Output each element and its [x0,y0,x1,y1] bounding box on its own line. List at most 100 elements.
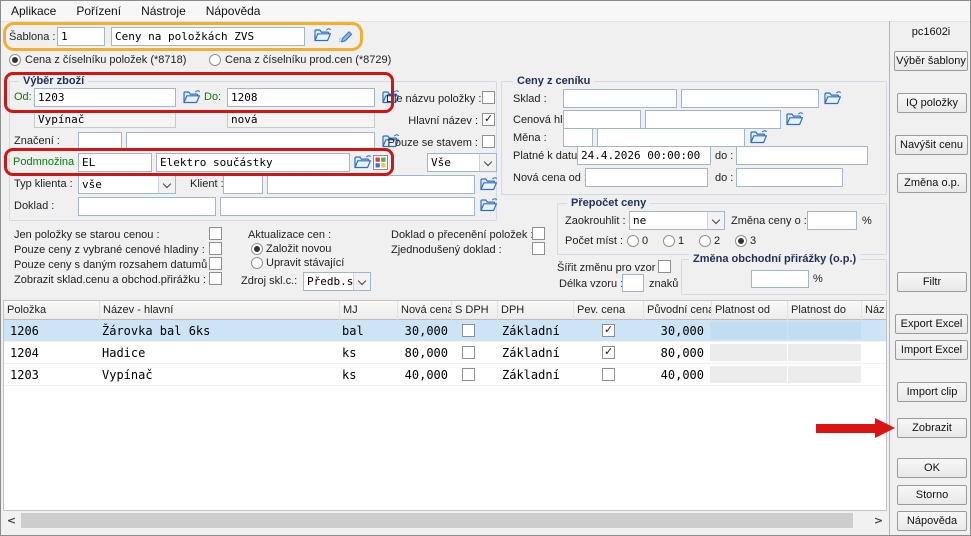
s-dph-checkbox[interactable] [462,368,475,381]
typ-klienta-dropdown[interactable]: vše [78,175,176,194]
klient-name-field[interactable] [267,175,475,194]
do-field[interactable]: 1208 [227,88,375,107]
menu-napoveda[interactable]: Nápověda [196,1,271,21]
pouze-se-stavem-checkbox[interactable] [482,135,495,148]
col-pev-cena[interactable]: Pev. cena [574,301,644,320]
pocet-mist-2-radio[interactable] [699,235,711,247]
zmena-ceny-field[interactable] [807,211,857,230]
navysit-cenu-button[interactable]: Navýšit cenu [895,135,968,155]
pouze-hladiny-checkbox[interactable] [209,242,222,255]
cenova-hl-name-field[interactable] [645,110,781,129]
pencil-edit-icon[interactable] [338,27,354,43]
table-row[interactable]: 1206 Žárovka bal 6ks bal 30,000 Základní… [4,320,886,342]
folder-open-icon[interactable] [479,176,498,192]
folder-open-icon[interactable] [479,197,498,213]
col-polozka[interactable]: Položka [4,301,100,320]
platne-k-datu-field[interactable]: 24.4.2026 00:00:00 [577,146,711,165]
zobrazit-button[interactable]: Zobrazit [897,418,967,438]
dle-nazvu-checkbox[interactable] [482,91,495,104]
import-excel-button[interactable]: Import Excel [895,340,968,360]
radio-cena-prodcen[interactable] [209,54,221,66]
scrollbar-thumb[interactable] [21,513,853,528]
folder-open-icon[interactable] [313,27,332,43]
s-dph-checkbox[interactable] [462,346,475,359]
doklad-code-field[interactable] [78,197,216,216]
mena-code-field[interactable] [563,128,593,147]
nova-cena-do-field[interactable] [736,168,843,187]
jen-polozky-checkbox[interactable] [209,227,222,240]
col-s-dph[interactable]: S DPH [452,301,498,320]
col-nazev[interactable]: Název - hlavní [100,301,340,320]
vyber-sablony-button[interactable]: Výběr šablony [894,51,968,71]
col-nazev2[interactable]: Náz [862,301,886,320]
napoveda-button[interactable]: Nápověda [897,511,967,531]
horizontal-scrollbar[interactable]: < > [3,512,887,529]
menu-porizeni[interactable]: Pořízení [66,1,131,21]
zmena-op-field[interactable] [751,270,809,288]
sablona-name-field[interactable]: Ceny na položkách ZVS [111,27,305,46]
chevron-down-icon[interactable] [479,154,496,171]
chevron-down-icon[interactable] [158,176,175,193]
pocet-mist-3-radio[interactable] [735,235,747,247]
sklad-name-field[interactable] [681,89,819,108]
table-row[interactable]: 1204 Hadice ks 80,000 Základní 80,000 [4,342,886,364]
zdroj-skl-dropdown[interactable]: Předb.skl [303,272,371,291]
filtr-button[interactable]: Filtr [897,272,967,292]
menu-aplikace[interactable]: Aplikace [1,1,66,21]
znaceni-name-field[interactable] [126,132,375,151]
doklad-preceneni-checkbox[interactable] [532,227,545,240]
pocet-mist-0-radio[interactable] [627,235,639,247]
podmnozina-code-field[interactable]: EL [78,153,152,172]
folder-open-icon[interactable] [182,89,201,105]
col-dph[interactable]: DPH [498,301,574,320]
doklad-name-field[interactable] [220,197,475,216]
menu-nastroje[interactable]: Nástroje [131,1,196,21]
zaokrouhlit-dropdown[interactable]: ne [629,211,725,230]
podmnozina-name-field[interactable]: Elektro součástky [156,153,350,172]
category-grid-icon[interactable] [373,155,388,170]
chevron-down-icon[interactable] [353,273,370,290]
pev-cena-checkbox[interactable] [602,346,615,359]
pev-cena-checkbox[interactable] [602,368,615,381]
zobrazit-sklad-checkbox[interactable] [209,272,222,285]
zmena-op-button[interactable]: Změna o.p. [897,173,967,193]
ok-button[interactable]: OK [897,458,967,478]
col-platnost-do[interactable]: Platnost do [788,301,862,320]
radio-cena-polozky[interactable] [9,54,21,66]
zjednoduseny-checkbox[interactable] [532,242,545,255]
folder-open-icon[interactable] [353,154,372,170]
nova-cena-od-field[interactable] [585,168,708,187]
zalozit-novou-radio[interactable] [251,243,263,255]
col-puvodni-cena[interactable]: Původní cena [644,301,712,320]
klient-code-field[interactable] [223,175,263,194]
sirit-zmenu-checkbox[interactable] [658,260,671,273]
pouze-datumu-checkbox[interactable] [209,257,222,270]
storno-button[interactable]: Storno [897,485,967,505]
sablona-number-field[interactable]: 1 [57,27,105,46]
platne-do-field[interactable] [736,146,868,165]
col-platnost-od[interactable]: Platnost od [712,301,788,320]
delka-vzoru-field[interactable] [622,274,644,292]
col-nova-cena[interactable]: Nová cena [398,301,452,320]
folder-open-icon[interactable] [785,111,804,127]
scroll-left-icon[interactable]: < [3,512,20,529]
upravit-stavajici-radio[interactable] [251,257,263,269]
chevron-down-icon[interactable] [707,212,724,229]
pocet-mist-1-radio[interactable] [663,235,675,247]
iq-polozky-button[interactable]: IQ položky [897,93,967,113]
export-excel-button[interactable]: Export Excel [895,314,968,334]
s-dph-checkbox[interactable] [462,324,475,337]
hlavni-nazev-checkbox[interactable] [482,113,495,126]
folder-open-icon[interactable] [823,90,842,106]
od-field[interactable]: 1203 [34,88,176,107]
pev-cena-checkbox[interactable] [602,324,615,337]
znaceni-code-field[interactable] [78,132,122,151]
import-clip-button[interactable]: Import clip [897,382,967,402]
folder-open-icon[interactable] [749,129,768,145]
vse-dropdown[interactable]: Vše [427,153,497,172]
col-mj[interactable]: MJ [340,301,398,320]
sklad-code-field[interactable] [563,89,677,108]
scroll-right-icon[interactable]: > [870,512,887,529]
mena-name-field[interactable] [597,128,745,147]
cenova-hl-code-field[interactable] [563,110,641,129]
